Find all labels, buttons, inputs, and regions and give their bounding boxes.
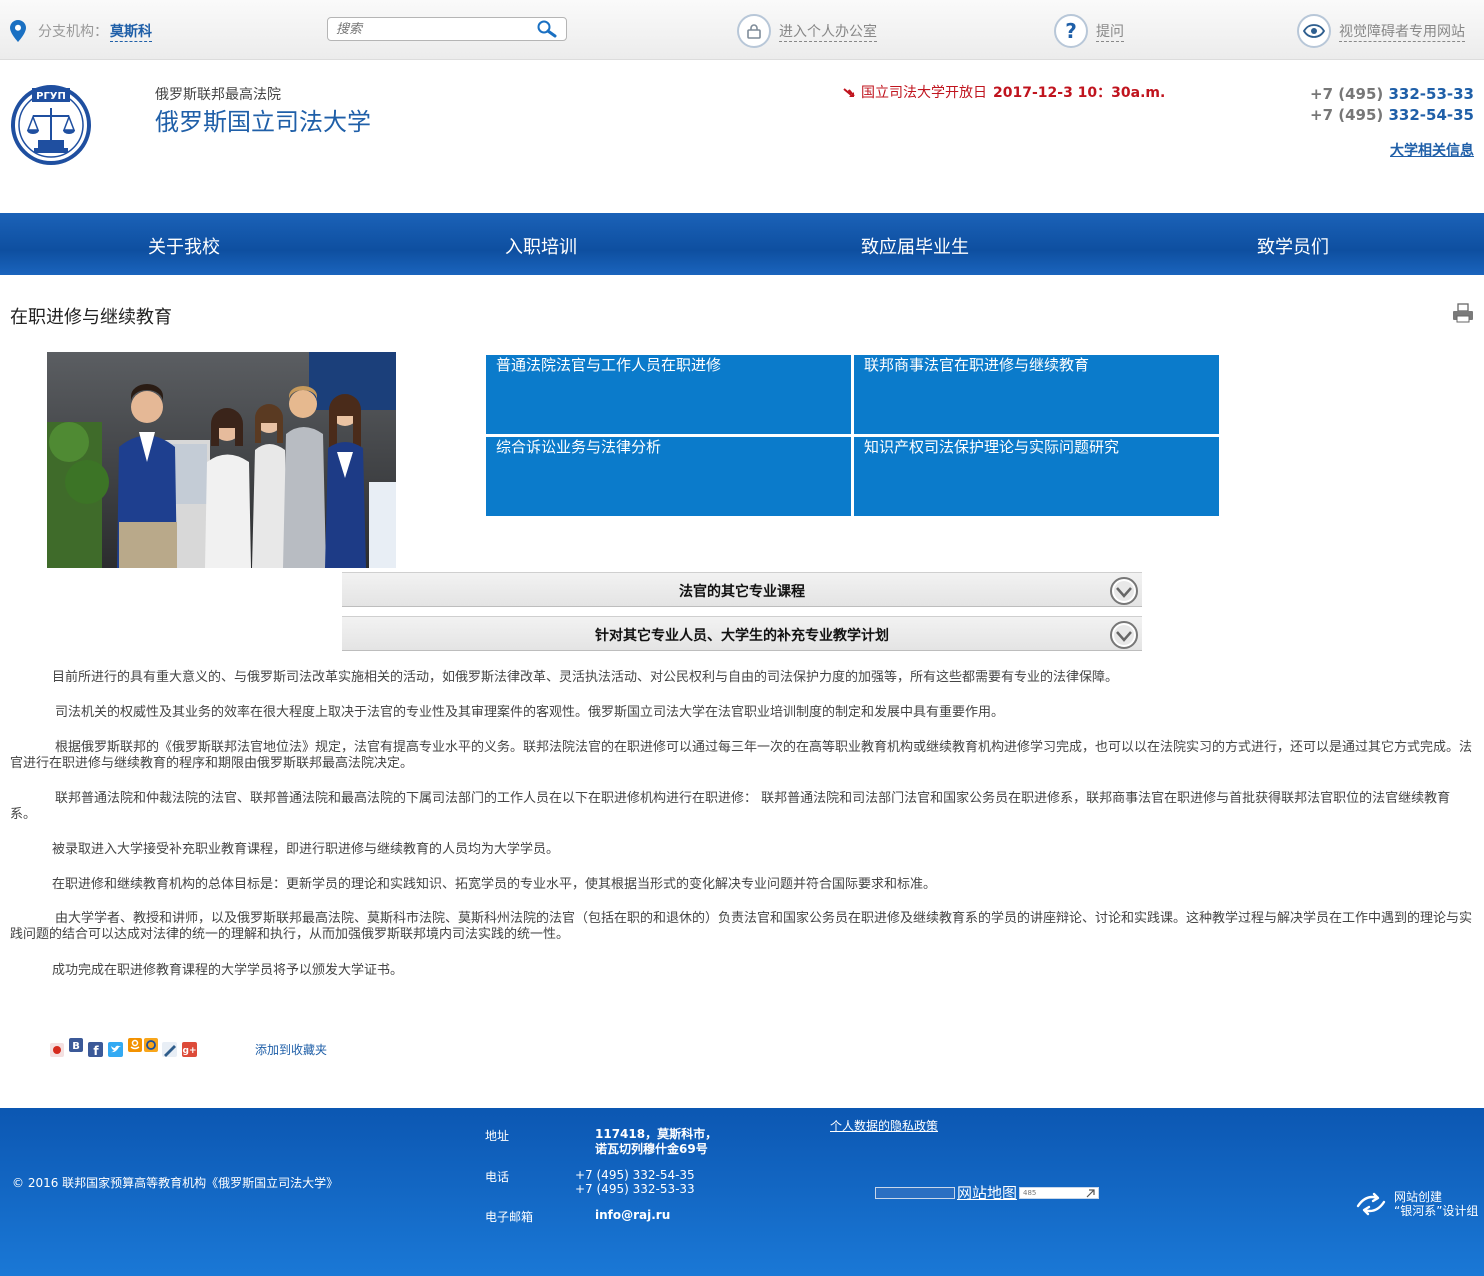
branch-value[interactable]: 莫斯科 (110, 21, 152, 42)
svg-text:g+: g+ (183, 1046, 197, 1056)
tile-commercial-judges[interactable]: 联邦商事法官在职进修与继续教育 (854, 355, 1219, 434)
branch-label: 分支机构： (38, 24, 108, 40)
announcement[interactable]: 国立司法大学开放日 2017-12-3 10：30a.m. (843, 82, 1165, 102)
svg-text:B: B (72, 1041, 80, 1052)
visually-impaired-link[interactable]: 视觉障碍者专用网站 (1297, 14, 1465, 48)
phone-number: 332-54-35 (1388, 106, 1474, 124)
body-paragraph: 司法机关的权威性及其业务的效率在很大程度上取决于法官的专业性及其审理案件的客观性… (55, 705, 1005, 720)
address-line: 诺瓦切列穆什金69号 (595, 1142, 708, 1156)
accordion-label: 针对其它专业人员、大学生的补充专业教学计划 (595, 628, 889, 644)
ask-question-label: 提问 (1096, 21, 1124, 42)
address-label: 地址 (485, 1129, 510, 1143)
vk-icon[interactable]: B (69, 1038, 83, 1052)
body-paragraph: 在职进修和继续教育机构的总体目标是：更新学员的理论和实践知识、拓宽学员的专业水平… (52, 877, 937, 892)
personal-office-link[interactable]: 进入个人办公室 (737, 14, 877, 48)
print-icon[interactable] (1452, 303, 1474, 323)
facebook-icon[interactable]: f (88, 1042, 103, 1058)
svg-text:РГУП: РГУП (36, 91, 66, 102)
nav-item-students[interactable]: 致学员们 (1257, 233, 1329, 259)
university-logo[interactable]: РГУП (10, 84, 92, 166)
body-paragraph: 被录取进入大学接受补充职业教育课程，即进行职进修与继续教育的人员均为大学学员。 (52, 842, 560, 857)
personal-office-label: 进入个人办公室 (779, 21, 877, 42)
accordion-label: 法官的其它专业课程 (679, 584, 805, 600)
mailru-icon[interactable] (144, 1038, 158, 1052)
body-paragraph: 联邦普通法院和仲裁法院的法官、联邦普通法院和最高法院的下属司法部门的工作人员在以… (10, 791, 1451, 822)
counter-text: 485 (1023, 1188, 1037, 1197)
tile-litigation-analysis[interactable]: 综合诉讼业务与法律分析 (486, 437, 851, 516)
phone-number: 332-53-33 (1388, 85, 1474, 103)
twitter-icon[interactable] (108, 1042, 123, 1057)
footer: © 2016 联邦国家预算高等教育机构《俄罗斯国立司法大学》 地址 117418… (0, 1108, 1484, 1276)
external-link-icon (1086, 1188, 1095, 1197)
accordion-other-judge-courses[interactable]: 法官的其它专业课程 (342, 572, 1142, 607)
university-info-link[interactable]: 大学相关信息 (1390, 140, 1474, 160)
phone-prefix: +7 (495) (1310, 85, 1384, 103)
credit-line: “银河系”设计组 (1394, 1204, 1479, 1218)
search-icon[interactable] (536, 20, 558, 38)
nav-item-graduates[interactable]: 致应届毕业生 (861, 233, 969, 259)
org-subtitle: 俄罗斯联邦最高法院 (155, 87, 281, 103)
search-input[interactable] (328, 19, 536, 39)
lock-icon (737, 14, 771, 48)
copyright: © 2016 联邦国家预算高等教育机构《俄罗斯国立司法大学》 (12, 1176, 339, 1190)
announcement-text: 国立司法大学开放日 (861, 85, 987, 101)
site-credit[interactable]: 网站创建 “银河系”设计组 (1356, 1190, 1478, 1218)
weibo-icon[interactable] (50, 1043, 64, 1057)
visually-impaired-label: 视觉障碍者专用网站 (1339, 21, 1465, 42)
search-box (327, 17, 567, 41)
galaxy-logo-icon (1356, 1192, 1386, 1216)
chevron-down-icon[interactable] (1109, 576, 1139, 606)
tile-general-court-judges[interactable]: 普通法院法官与工作人员在职进修 (486, 355, 851, 434)
body-paragraph: 成功完成在职进修教育课程的大学学员将予以颁发大学证书。 (52, 963, 404, 978)
branch-selector[interactable]: 分支机构： 莫斯科 (10, 20, 152, 42)
body-paragraph: 由大学学者、教授和讲师，以及俄罗斯联邦最高法院、莫斯科市法院、莫斯科州法院的法官… (10, 911, 1473, 942)
red-arrow-icon (843, 88, 855, 97)
social-share-bar: B f g+ (50, 1038, 197, 1058)
phone-prefix: +7 (495) (1310, 106, 1384, 124)
announcement-date: 2017-12-3 10：30a.m. (993, 85, 1166, 101)
email-link[interactable]: info@raj.ru (595, 1208, 670, 1222)
tile-ip-protection[interactable]: 知识产权司法保护理论与实际问题研究 (854, 437, 1219, 516)
org-title[interactable]: 俄罗斯国立司法大学 (155, 102, 371, 137)
accordion-supplementary-programs[interactable]: 针对其它专业人员、大学生的补充专业教学计划 (342, 616, 1142, 651)
credit-line: 网站创建 (1394, 1190, 1443, 1204)
header-phones: +7 (495) 332-53-33 +7 (495) 332-54-35 (1310, 84, 1474, 126)
program-tiles: 普通法院法官与工作人员在职进修 联邦商事法官在职进修与继续教育 综合诉讼业务与法… (486, 355, 1219, 516)
sitemap-area: 网站地图 485 (875, 1182, 1100, 1203)
eye-icon (1297, 14, 1331, 48)
google-plus-icon[interactable]: g+ (182, 1042, 197, 1057)
question-icon: ? (1054, 14, 1088, 48)
add-to-favorites-link[interactable]: 添加到收藏夹 (255, 1041, 327, 1058)
page-title: 在职进修与继续教育 (10, 307, 172, 328)
nav-item-about[interactable]: 关于我校 (148, 233, 220, 259)
location-pin-icon (10, 20, 26, 42)
livejournal-icon[interactable] (162, 1042, 177, 1057)
counter-widget (875, 1186, 955, 1199)
footer-phone: +7 (495) 332-54-35 (575, 1168, 695, 1182)
footer-phones: +7 (495) 332-54-35 +7 (495) 332-53-33 (575, 1168, 695, 1196)
svg-text:f: f (93, 1044, 99, 1058)
phone-label: 电话 (485, 1170, 510, 1184)
nav-item-onboarding[interactable]: 入职培训 (505, 233, 577, 259)
address-line: 117418，莫斯科市， (595, 1127, 718, 1141)
footer-phone: +7 (495) 332-53-33 (575, 1182, 695, 1196)
top-bar: 分支机构： 莫斯科 进入个人办公室 ? 提问 视觉障碍 (0, 0, 1484, 60)
body-paragraph: 目前所进行的具有重大意义的、与俄罗斯司法改革实施相关的活动，如俄罗斯法律改革、灵… (52, 670, 1119, 685)
visit-counter[interactable]: 485 (1019, 1186, 1100, 1199)
odnoklassniki-icon[interactable] (128, 1038, 142, 1052)
students-photo (47, 352, 396, 568)
email-label: 电子邮箱 (485, 1210, 534, 1224)
chevron-down-icon[interactable] (1109, 620, 1139, 650)
address-value: 117418，莫斯科市， 诺瓦切列穆什金69号 (595, 1127, 717, 1157)
sitemap-link[interactable]: 网站地图 (957, 1182, 1017, 1203)
body-paragraph: 根据俄罗斯联邦的《俄罗斯联邦法官地位法》规定，法官有提高专业水平的义务。联邦法院… (10, 740, 1473, 771)
privacy-policy-link[interactable]: 个人数据的隐私政策 (830, 1117, 938, 1134)
ask-question-link[interactable]: ? 提问 (1054, 14, 1124, 48)
main-nav: 关于我校 入职培训 致应届毕业生 致学员们 (0, 213, 1484, 275)
